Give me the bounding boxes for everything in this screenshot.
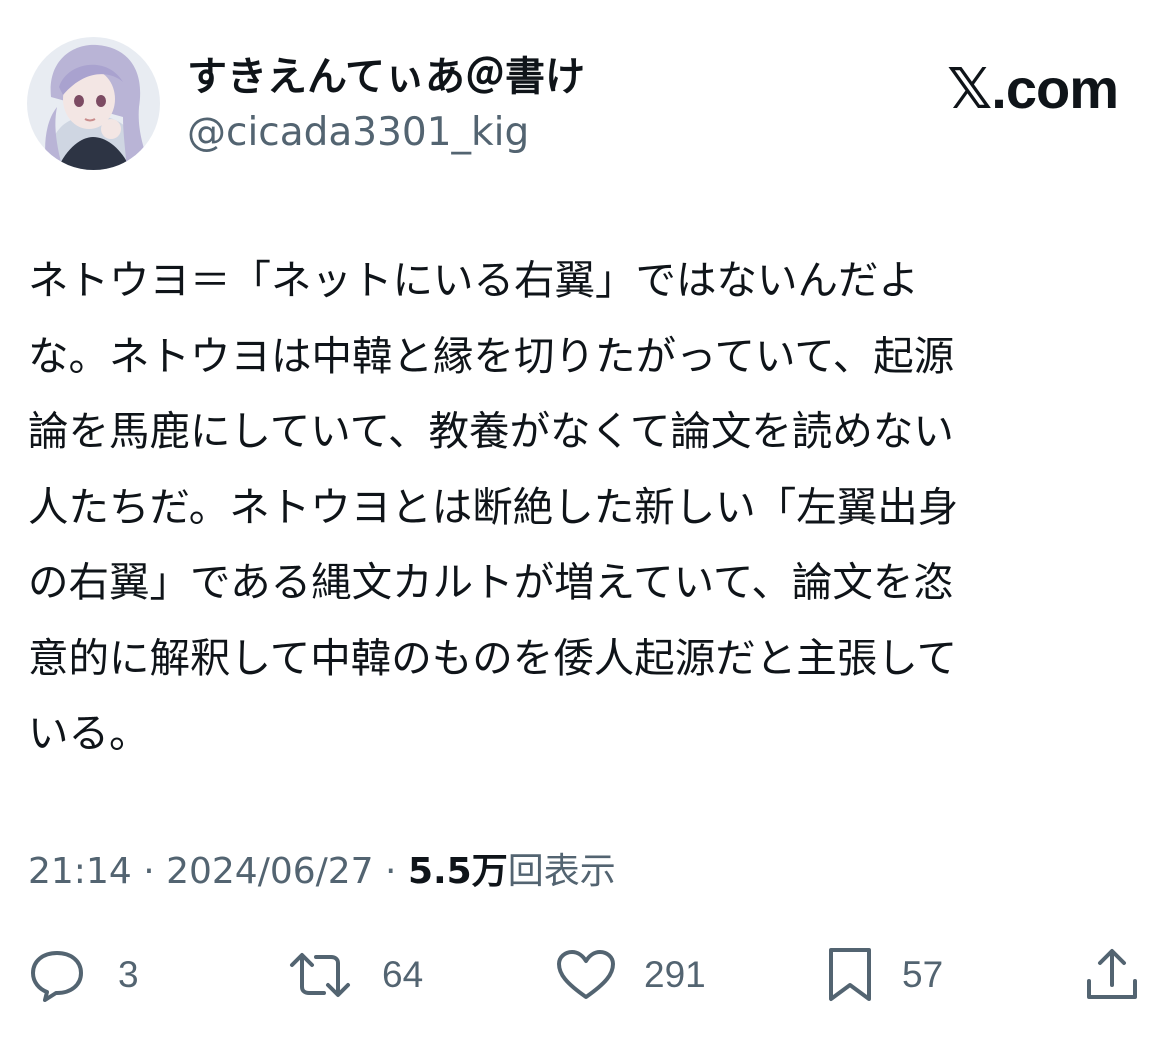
repost-icon	[290, 953, 350, 997]
reply-button[interactable]: 3	[28, 945, 139, 1005]
tweet-meta: 21:14 · 2024/06/27 · 5.5万回表示	[28, 848, 616, 896]
reply-icon	[31, 951, 83, 1002]
avatar-image	[27, 37, 160, 170]
tweet-time[interactable]: 21:14	[28, 851, 132, 892]
meta-separator: ·	[131, 851, 167, 892]
like-button[interactable]: 291	[556, 945, 706, 1005]
repost-button[interactable]: 64	[286, 945, 423, 1005]
bookmark-count: 57	[902, 954, 944, 995]
views-label[interactable]: 回表示	[508, 851, 616, 892]
reply-count: 3	[118, 954, 139, 995]
bookmark-button[interactable]: 57	[826, 945, 943, 1005]
author-display-name[interactable]: すきえんてぃあ＠書け	[187, 52, 585, 102]
share-button[interactable]	[1084, 945, 1140, 1005]
meta-separator-2: ·	[373, 851, 408, 892]
bookmark-icon	[829, 948, 871, 1001]
repost-count: 64	[382, 954, 424, 995]
action-bar: 3 64 291 57	[0, 945, 1170, 1005]
avatar[interactable]	[27, 37, 160, 170]
heart-icon	[557, 950, 615, 999]
tweet-text: ネトウヨ＝「ネットにいる右翼」ではないんだよ な。ネトウヨは中韓と縁を切りたがっ…	[28, 256, 959, 757]
views-count[interactable]: 5.5万	[408, 851, 508, 892]
brand-logo: 𝕏.com	[947, 57, 1119, 120]
author-handle[interactable]: @cicada3301_kig	[187, 109, 529, 157]
tweet-date[interactable]: 2024/06/27	[166, 851, 374, 892]
like-count: 291	[644, 954, 706, 995]
share-icon	[1087, 949, 1137, 999]
